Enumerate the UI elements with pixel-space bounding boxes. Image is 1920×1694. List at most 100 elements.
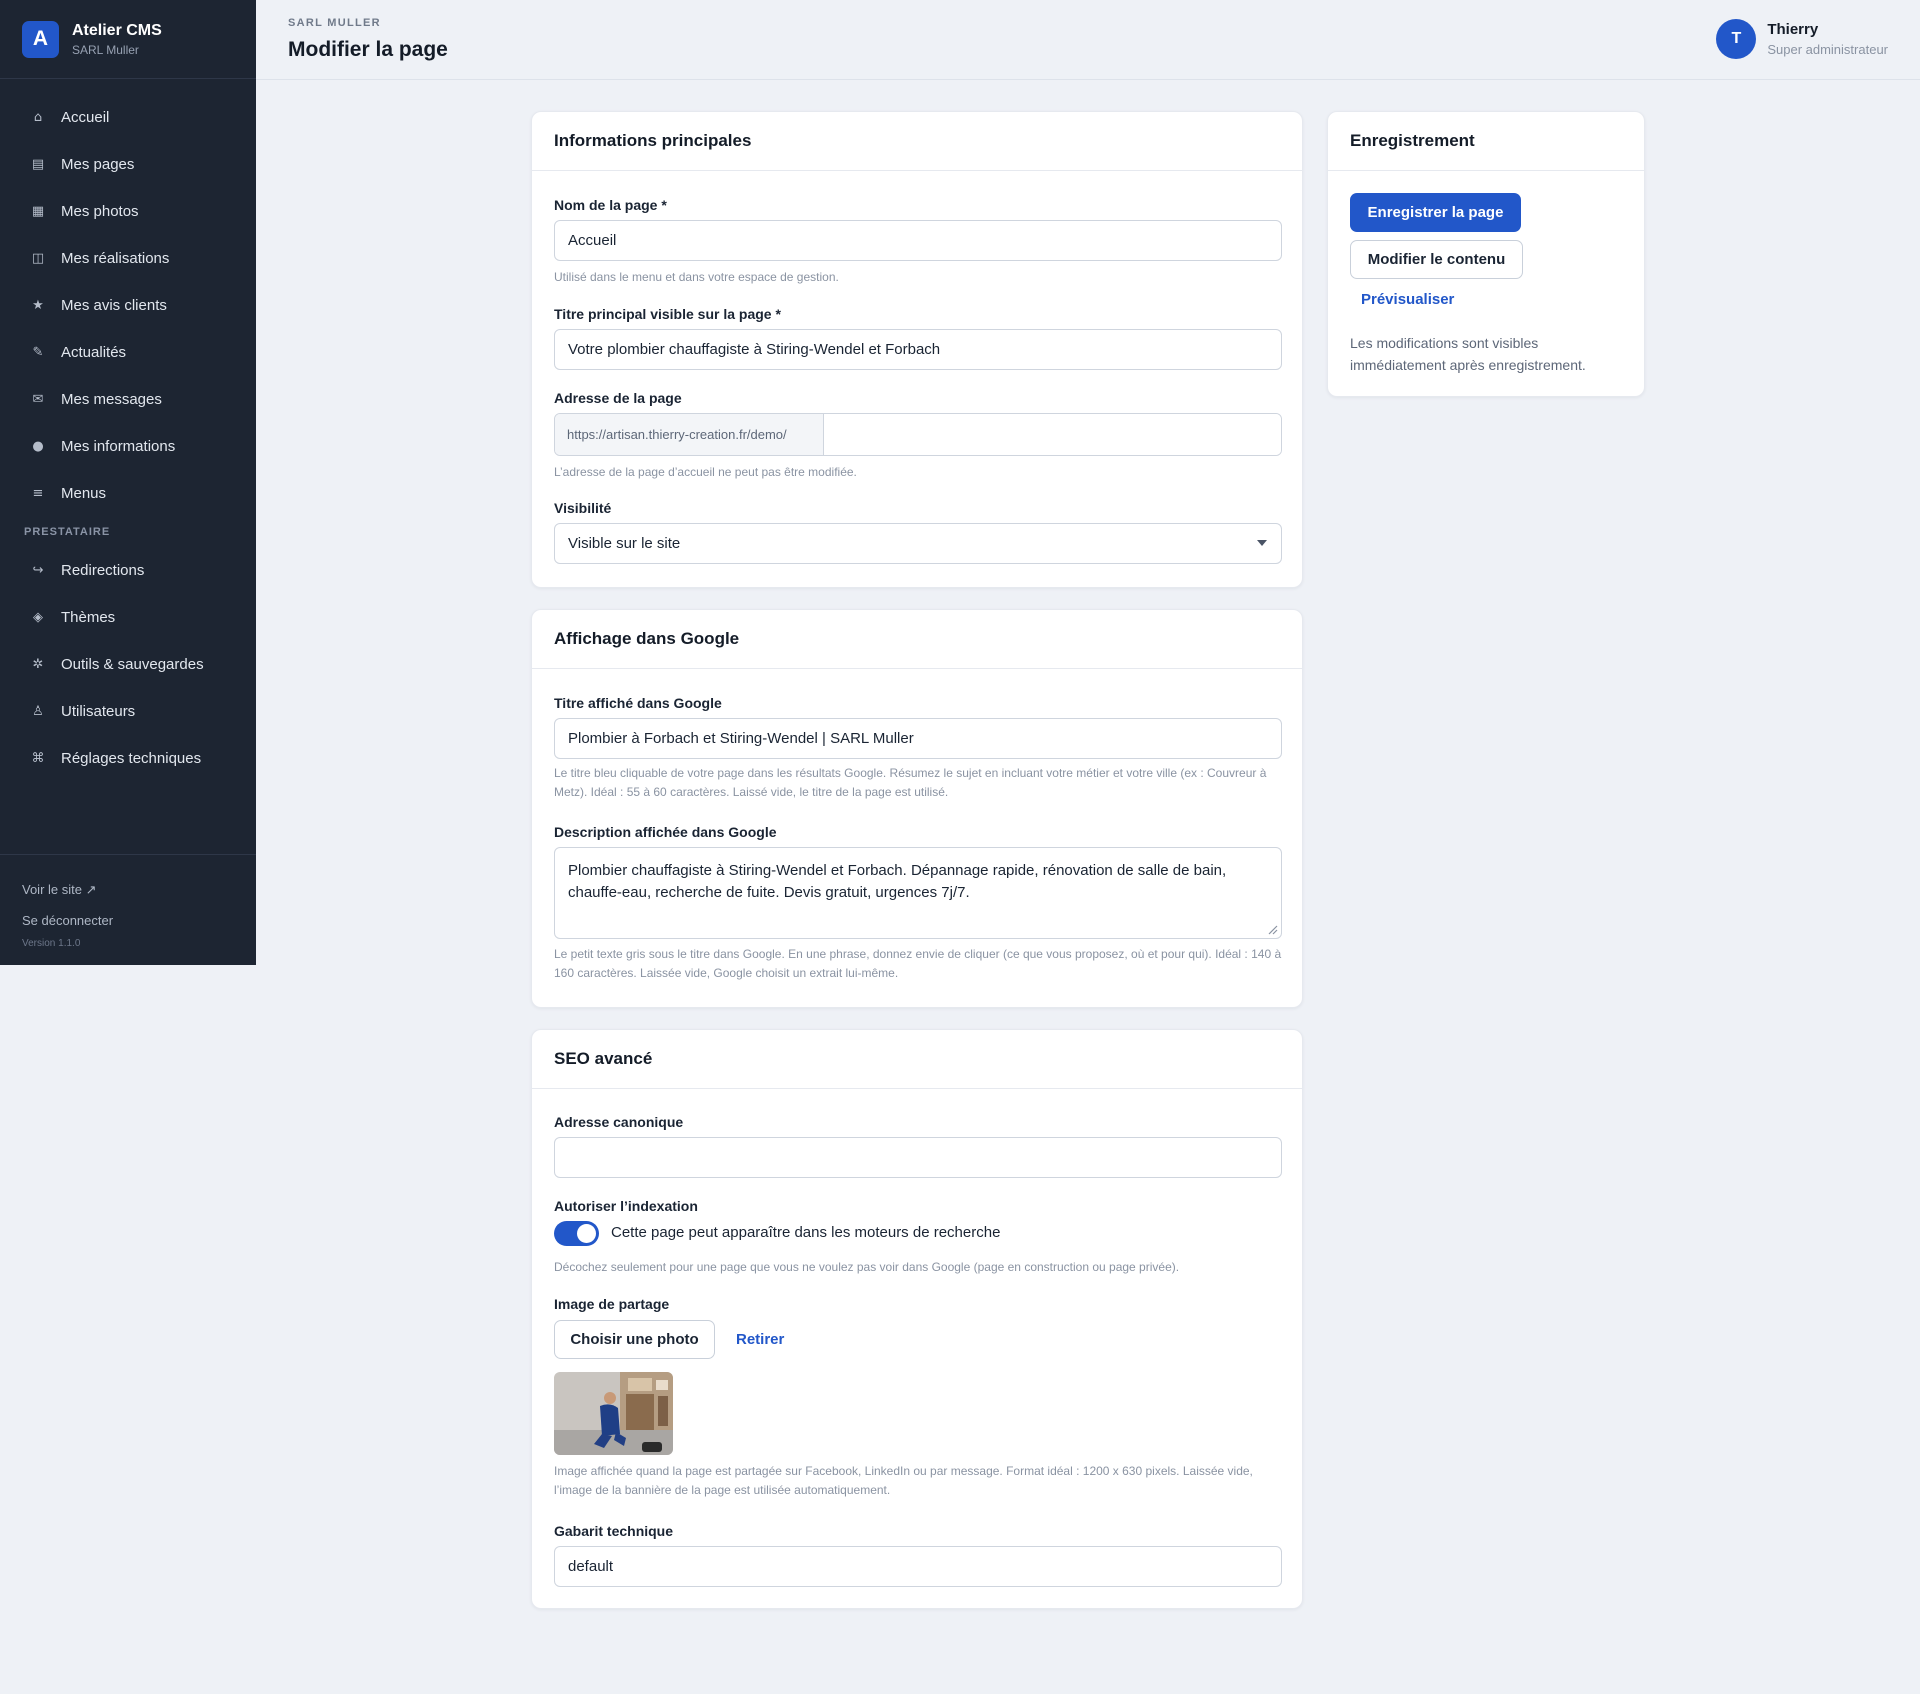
seo-title-input[interactable]: Plombier à Forbach et Stiring-Wendel | S… xyxy=(554,718,1282,759)
users-icon: ♙ xyxy=(32,704,44,719)
share-image-label: Image de partage xyxy=(554,1296,670,1312)
seo-description-help: Le petit texte gris sous le titre dans G… xyxy=(554,947,1282,980)
visibility-value: Visible sur le site xyxy=(568,535,681,552)
visibility-label: Visibilité xyxy=(554,500,612,516)
share-image-thumbnail xyxy=(554,1372,673,1455)
seo-description-label: Description affichée dans Google xyxy=(554,824,777,840)
sidebar-item-mes-photos[interactable]: ▦ Mes photos xyxy=(0,188,256,235)
redirect-icon: ↪ xyxy=(32,563,44,578)
save-page-button[interactable]: Enregistrer la page xyxy=(1350,193,1521,232)
seo-advanced-card: SEO avancé Adresse canonique Autoriser l… xyxy=(531,1029,1303,1609)
sidebar-item-themes[interactable]: ◈ Thèmes xyxy=(0,594,256,641)
sidebar-item-mes-messages[interactable]: ✉ Mes messages xyxy=(0,376,256,423)
pages-icon: ▤ xyxy=(31,157,45,172)
page-name-help: Utilisé dans le menu et dans votre espac… xyxy=(554,270,839,284)
user-menu[interactable]: T Thierry Super administrateur xyxy=(1716,19,1888,59)
sidebar-item-mes-informations[interactable]: ● Mes informations xyxy=(0,423,256,470)
card-title: Informations principales xyxy=(532,112,1302,171)
sidebar-item-label: Actualités xyxy=(61,344,127,361)
sidebar-item-redirections[interactable]: ↪ Redirections xyxy=(0,547,256,594)
page-name-input[interactable]: Accueil xyxy=(554,220,1282,261)
canonical-input[interactable] xyxy=(554,1137,1282,1178)
sidebar-item-label: Mes réalisations xyxy=(61,250,170,267)
top-header: SARL MULLER Modifier la page T Thierry S… xyxy=(256,0,1920,80)
resize-handle-icon[interactable] xyxy=(1268,925,1278,935)
sidebar-item-label: Accueil xyxy=(61,109,110,126)
home-icon: ⌂ xyxy=(33,110,43,125)
card-title: Enregistrement xyxy=(1328,112,1644,171)
brand-logo: A xyxy=(22,20,59,58)
sidebar-item-outils[interactable]: ✲ Outils & sauvegardes xyxy=(0,641,256,688)
seo-description-value: Plombier chauffagiste à Stiring-Wendel e… xyxy=(568,862,1227,901)
sidebar-item-label: Thèmes xyxy=(61,609,116,626)
sidebar-item-label: Redirections xyxy=(61,562,145,579)
brand-subtitle: SARL Muller xyxy=(72,42,139,57)
edit-content-button[interactable]: Modifier le contenu xyxy=(1350,240,1523,279)
sidebar-item-label: Mes pages xyxy=(61,156,135,173)
canonical-label: Adresse canonique xyxy=(554,1114,684,1130)
brand[interactable]: A Atelier CMS SARL Muller xyxy=(0,0,256,79)
sidebar-item-menus[interactable]: ≡ Menus xyxy=(0,470,256,517)
indexing-toggle[interactable] xyxy=(554,1221,599,1246)
version-label: Version 1.1.0 xyxy=(22,938,81,949)
sidebar-item-label: Mes messages xyxy=(61,391,162,408)
save-card: Enregistrement Enregistrer la page Modif… xyxy=(1327,111,1645,397)
organization-label: SARL MULLER xyxy=(288,17,381,29)
sidebar-item-mes-realisations[interactable]: ◫ Mes réalisations xyxy=(0,235,256,282)
seo-title-help: Le titre bleu cliquable de votre page da… xyxy=(554,766,1267,799)
share-image-help: Image affichée quand la page est partagé… xyxy=(554,1464,1253,1497)
sidebar-item-mes-avis-clients[interactable]: ★ Mes avis clients xyxy=(0,282,256,329)
address-help: L’adresse de la page d’accueil ne peut p… xyxy=(554,465,857,479)
visibility-select[interactable]: Visible sur le site xyxy=(554,523,1282,564)
seo-title-label: Titre affiché dans Google xyxy=(554,695,722,711)
google-display-card: Affichage dans Google Titre affiché dans… xyxy=(531,609,1303,1008)
indexing-toggle-label[interactable]: Cette page peut apparaître dans les mote… xyxy=(611,1224,1000,1241)
pencil-icon: ✎ xyxy=(32,345,44,360)
preview-link[interactable]: Prévisualiser xyxy=(1361,291,1454,308)
heading-label: Titre principal visible sur la page * xyxy=(554,306,781,322)
sidebar: A Atelier CMS SARL Muller ⌂ Accueil ▤ Mes … xyxy=(0,0,256,965)
remove-photo-link[interactable]: Retirer xyxy=(736,1331,784,1348)
tools-icon: ✲ xyxy=(32,657,44,672)
sidebar-item-label: Mes informations xyxy=(61,438,176,455)
address-label: Adresse de la page xyxy=(554,390,682,406)
user-name: Thierry xyxy=(1767,21,1819,38)
address-prefix: https://artisan.thierry-creation.fr/demo… xyxy=(555,414,824,455)
user-role: Super administrateur xyxy=(1767,42,1888,57)
address-field: https://artisan.thierry-creation.fr/demo… xyxy=(554,413,1282,456)
indexing-label: Autoriser l’indexation xyxy=(554,1198,698,1214)
portfolio-icon: ◫ xyxy=(31,251,45,266)
sidebar-nav: ⌂ Accueil ▤ Mes pages ▦ Mes photos ◫ Mes réa… xyxy=(0,94,256,782)
plumber-photo-icon xyxy=(554,1372,673,1455)
logout-link[interactable]: Se déconnecter xyxy=(22,905,234,935)
choose-photo-button[interactable]: Choisir une photo xyxy=(554,1320,715,1359)
sidebar-item-label: Mes photos xyxy=(61,203,139,220)
sidebar-item-accueil[interactable]: ⌂ Accueil xyxy=(0,94,256,141)
view-site-link[interactable]: Voir le site ↗ xyxy=(22,875,234,905)
sidebar-footer: Voir le site ↗ Se déconnecter Version 1.… xyxy=(0,854,256,949)
toggle-knob xyxy=(577,1224,596,1243)
star-icon: ★ xyxy=(32,298,44,313)
sidebar-item-utilisateurs[interactable]: ♙ Utilisateurs xyxy=(0,688,256,735)
avatar: T xyxy=(1716,19,1757,59)
page-title: Modifier la page xyxy=(288,38,448,61)
info-icon: ● xyxy=(32,439,44,454)
photos-icon: ▦ xyxy=(31,204,45,219)
sidebar-item-label: Réglages techniques xyxy=(61,750,202,767)
page-name-label: Nom de la page * xyxy=(554,197,667,213)
sidebar-item-label: Mes avis clients xyxy=(61,297,167,314)
theme-icon: ◈ xyxy=(33,610,43,625)
mail-icon: ✉ xyxy=(32,392,44,407)
heading-input[interactable]: Votre plombier chauffagiste à Stiring-We… xyxy=(554,329,1282,370)
sidebar-item-actualites[interactable]: ✎ Actualités xyxy=(0,329,256,376)
sidebar-item-reglages[interactable]: ⌘ Réglages techniques xyxy=(0,735,256,782)
address-input[interactable] xyxy=(824,414,1281,455)
brand-name: Atelier CMS xyxy=(72,21,162,39)
card-title: SEO avancé xyxy=(532,1030,1302,1089)
seo-description-textarea[interactable]: Plombier chauffagiste à Stiring-Wendel e… xyxy=(554,847,1282,939)
indexing-help: Décochez seulement pour une page que vou… xyxy=(554,1260,1180,1274)
sidebar-item-mes-pages[interactable]: ▤ Mes pages xyxy=(0,141,256,188)
save-note: Les modifications sont visibles immédiat… xyxy=(1350,335,1586,373)
chevron-down-icon xyxy=(1257,540,1267,546)
template-input[interactable]: default xyxy=(554,1546,1282,1587)
